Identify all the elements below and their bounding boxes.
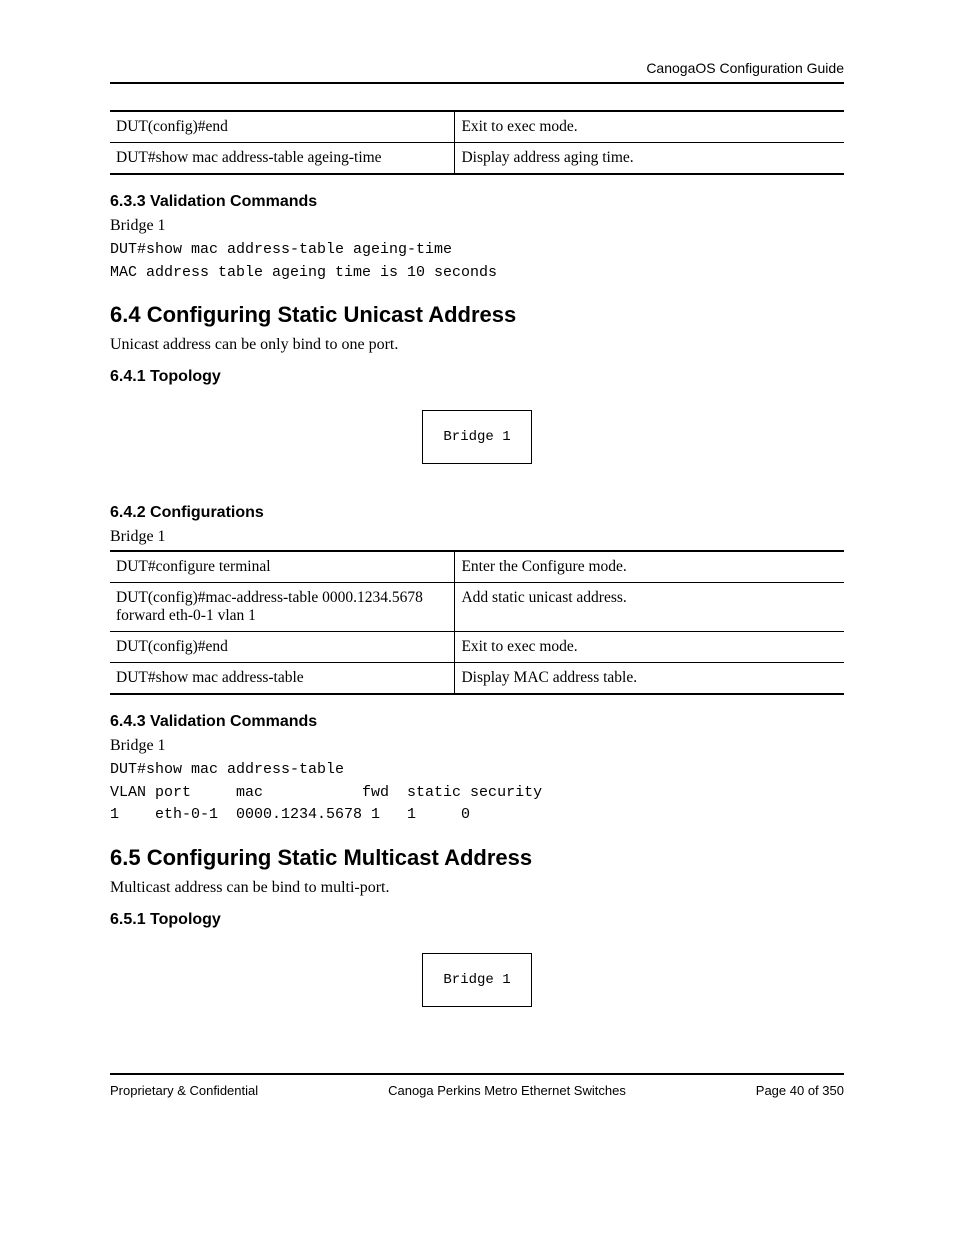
terminal-output-633: DUT#show mac address-table ageing-time M…	[110, 239, 844, 284]
table-row: DUT(config)#mac-address-table 0000.1234.…	[110, 583, 844, 632]
desc-cell: Display MAC address table.	[455, 663, 844, 695]
intro-64: Unicast address can be only bind to one …	[110, 336, 844, 354]
footer-rule	[110, 1073, 844, 1075]
bridge-box: Bridge 1	[422, 410, 531, 464]
desc-cell: Exit to exec mode.	[455, 111, 844, 143]
heading-642: 6.4.2 Configurations	[110, 504, 844, 522]
header-rule	[110, 82, 844, 84]
desc-cell: Exit to exec mode.	[455, 632, 844, 663]
desc-cell: Display address aging time.	[455, 143, 844, 175]
table-row: DUT(config)#end Exit to exec mode.	[110, 111, 844, 143]
terminal-output-643: DUT#show mac address-table VLAN port mac…	[110, 759, 844, 827]
heading-65: 6.5 Configuring Static Multicast Address	[110, 845, 844, 871]
table-row: DUT#show mac address-table ageing-time D…	[110, 143, 844, 175]
footer-right: Page 40 of 350	[756, 1083, 844, 1098]
bridge-label: Bridge 1	[110, 737, 844, 755]
bridge-label: Bridge 1	[110, 528, 844, 546]
table-row: DUT(config)#end Exit to exec mode.	[110, 632, 844, 663]
heading-64: 6.4 Configuring Static Unicast Address	[110, 302, 844, 328]
table-633-commands: DUT(config)#end Exit to exec mode. DUT#s…	[110, 110, 844, 175]
page-footer: Proprietary & Confidential Canoga Perkin…	[110, 1083, 844, 1098]
cmd-cell: DUT#show mac address-table ageing-time	[110, 143, 455, 175]
heading-633: 6.3.3 Validation Commands	[110, 193, 844, 211]
cmd-cell: DUT(config)#end	[110, 111, 455, 143]
cmd-cell: DUT#show mac address-table	[110, 663, 455, 695]
table-row: DUT#configure terminal Enter the Configu…	[110, 551, 844, 583]
desc-cell: Add static unicast address.	[455, 583, 844, 632]
header-doc-title: CanogaOS Configuration Guide	[110, 60, 844, 76]
footer-left: Proprietary & Confidential	[110, 1083, 258, 1098]
heading-643: 6.4.3 Validation Commands	[110, 713, 844, 731]
bridge-box: Bridge 1	[422, 953, 531, 1007]
cmd-cell: DUT(config)#mac-address-table 0000.1234.…	[110, 583, 455, 632]
heading-651: 6.5.1 Topology	[110, 911, 844, 929]
bridge-label: Bridge 1	[110, 217, 844, 235]
topology-641: Bridge 1	[110, 392, 844, 490]
desc-cell: Enter the Configure mode.	[455, 551, 844, 583]
heading-641: 6.4.1 Topology	[110, 368, 844, 386]
cmd-cell: DUT(config)#end	[110, 632, 455, 663]
footer-center: Canoga Perkins Metro Ethernet Switches	[388, 1083, 626, 1098]
topology-651: Bridge 1	[110, 935, 844, 1033]
cmd-cell: DUT#configure terminal	[110, 551, 455, 583]
table-642-commands: DUT#configure terminal Enter the Configu…	[110, 550, 844, 695]
intro-65: Multicast address can be bind to multi-p…	[110, 879, 844, 897]
table-row: DUT#show mac address-table Display MAC a…	[110, 663, 844, 695]
